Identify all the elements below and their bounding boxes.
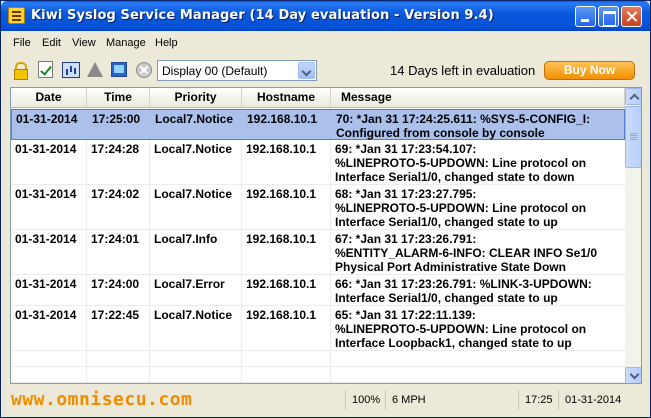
message-line: 65: *Jan 31 17:22:11.139: — [335, 308, 476, 322]
status-rate: 6 MPH — [385, 390, 513, 410]
table-row[interactable]: 01-31-2014 17:24:28 Local7.Notice 192.168.1… — [11, 140, 625, 185]
empty-row — [11, 367, 625, 383]
message-line: Configured from console by console — [336, 126, 545, 140]
menu-file[interactable]: File — [13, 37, 31, 49]
row-hostname: 192.168.10.1 — [247, 112, 318, 126]
buy-now-button[interactable]: Buy Now — [544, 61, 635, 80]
message-line: Interface Serial1/0, changed state to up — [335, 215, 558, 229]
column-header-priority[interactable]: Priority — [150, 88, 242, 107]
table-row[interactable]: 01-31-2014 17:24:00 Local7.Error 192.168.10… — [11, 275, 625, 306]
message-line: Interface Loopback1, changed state to up — [335, 336, 572, 350]
chevron-down-icon[interactable] — [298, 62, 315, 79]
row-message: 68: *Jan 31 17:23:27.795: %LINEPROTO-5-UP… — [335, 187, 586, 229]
menu-help[interactable]: Help — [155, 37, 178, 49]
kiwi-app-icon — [8, 7, 25, 24]
message-line: 69: *Jan 31 17:23:54.107: — [335, 142, 477, 156]
scroll-up-button[interactable] — [625, 88, 641, 105]
scroll-thumb[interactable] — [625, 106, 641, 168]
vertical-scrollbar[interactable] — [625, 88, 641, 383]
evaluation-text: 14 Days left in evaluation — [390, 63, 536, 78]
row-priority: Local7.Notice — [154, 142, 233, 156]
menu-bar: File Edit View Manage Help — [1, 35, 650, 53]
row-time: 17:24:01 — [91, 232, 140, 246]
message-line: 68: *Jan 31 17:23:27.795: — [335, 187, 477, 201]
scroll-down-button[interactable] — [625, 367, 641, 383]
menu-edit[interactable]: Edit — [42, 37, 61, 49]
row-priority: Local7.Error — [154, 277, 225, 291]
row-time: 17:24:28 — [91, 142, 140, 156]
message-table: Date Time Priority Hostname Message 01-3… — [10, 87, 642, 384]
display-icon[interactable] — [111, 62, 127, 77]
table-row[interactable]: 01-31-2014 17:25:00 Local7.Notice 192.168.1… — [11, 109, 625, 140]
row-message: 70: *Jan 31 17:24:25.611: %SYS-5-CONFIG_… — [336, 112, 590, 140]
row-date: 01-31-2014 — [15, 277, 77, 291]
row-date: 01-31-2014 — [15, 187, 77, 201]
row-priority: Local7.Notice — [154, 187, 233, 201]
message-line: %LINEPROTO-5-UPDOWN: Line protocol on — [335, 322, 587, 336]
close-button[interactable] — [621, 6, 642, 27]
table-row[interactable]: 01-31-2014 17:24:01 Local7.Info 192.168.10.… — [11, 230, 625, 275]
stop-icon[interactable] — [136, 62, 152, 78]
lock-icon[interactable] — [12, 61, 30, 80]
warning-icon[interactable] — [87, 62, 103, 77]
status-date: 01-31-2014 — [558, 390, 638, 410]
table-row[interactable]: 01-31-2014 17:22:45 Local7.Notice 192.168.1… — [11, 306, 625, 351]
row-hostname: 192.168.10.1 — [246, 142, 317, 156]
empty-row — [11, 351, 625, 367]
message-line: %LINEPROTO-5-UPDOWN: Line protocol on — [335, 156, 587, 170]
message-line: %LINEPROTO-5-UPDOWN: Line protocol on — [335, 201, 587, 215]
column-header-time[interactable]: Time — [87, 88, 150, 107]
message-line: 67: *Jan 31 17:23:26.791: — [335, 232, 477, 246]
row-message: 69: *Jan 31 17:23:54.107: %LINEPROTO-5-UP… — [335, 142, 586, 184]
message-line: Interface Serial1/0, changed state to up — [335, 291, 558, 305]
menu-manage[interactable]: Manage — [106, 37, 146, 49]
app-window: Kiwi Syslog Service Manager (14 Day eval… — [0, 0, 651, 418]
row-date: 01-31-2014 — [15, 232, 77, 246]
column-header-hostname[interactable]: Hostname — [242, 88, 331, 107]
window-title: Kiwi Syslog Service Manager (14 Day eval… — [31, 8, 494, 23]
row-priority: Local7.Notice — [154, 308, 233, 322]
row-time: 17:24:02 — [91, 187, 140, 201]
display-select[interactable]: Display 00 (Default) — [157, 60, 317, 81]
message-line: 70: *Jan 31 17:24:25.611: %SYS-5-CONFIG_… — [336, 112, 591, 126]
column-header-date[interactable]: Date — [11, 88, 87, 107]
row-message: 66: *Jan 31 17:23:26.791: %LINK-3-UPDOWN… — [335, 277, 592, 305]
message-line: Physical Port Administrative State Down — [335, 260, 566, 274]
row-date: 01-31-2014 — [16, 112, 78, 126]
maximize-button[interactable] — [598, 6, 619, 27]
row-time: 17:22:45 — [91, 308, 140, 322]
status-time: 17:25 — [518, 390, 558, 410]
message-line: 66: *Jan 31 17:23:26.791: %LINK-3-UPDOWN… — [335, 277, 592, 291]
table-header: Date Time Priority Hostname Message — [11, 88, 625, 108]
row-hostname: 192.168.10.1 — [246, 308, 317, 322]
row-hostname: 192.168.10.1 — [246, 232, 317, 246]
title-bar[interactable]: Kiwi Syslog Service Manager (14 Day eval… — [1, 1, 650, 31]
row-date: 01-31-2014 — [15, 308, 77, 322]
row-priority: Local7.Info — [154, 232, 218, 246]
message-line: %ENTITY_ALARM-6-INFO: CLEAR INFO Se1/0 — [335, 246, 598, 260]
status-zoom: 100% — [345, 390, 385, 410]
row-message: 65: *Jan 31 17:22:11.139: %LINEPROTO-5-UP… — [335, 308, 586, 350]
row-hostname: 192.168.10.1 — [246, 277, 317, 291]
checklist-icon[interactable] — [38, 61, 53, 78]
row-time: 17:25:00 — [92, 112, 141, 126]
row-hostname: 192.168.10.1 — [246, 187, 317, 201]
status-bar: www.omnisecu.com 100% 6 MPH 17:25 01-31-… — [1, 387, 650, 417]
column-header-message[interactable]: Message — [331, 88, 625, 107]
row-message: 67: *Jan 31 17:23:26.791: %ENTITY_ALARM-6… — [335, 232, 597, 274]
row-time: 17:24:00 — [91, 277, 140, 291]
site-watermark: www.omnisecu.com — [11, 389, 193, 410]
row-date: 01-31-2014 — [15, 142, 77, 156]
menu-view[interactable]: View — [72, 37, 96, 49]
chart-icon[interactable] — [62, 62, 80, 78]
minimize-button[interactable] — [575, 6, 596, 27]
row-priority: Local7.Notice — [155, 112, 234, 126]
table-row[interactable]: 01-31-2014 17:24:02 Local7.Notice 192.168.1… — [11, 185, 625, 230]
display-select-value: Display 00 (Default) — [162, 64, 268, 78]
message-line: Interface Serial1/0, changed state to do… — [335, 170, 575, 184]
